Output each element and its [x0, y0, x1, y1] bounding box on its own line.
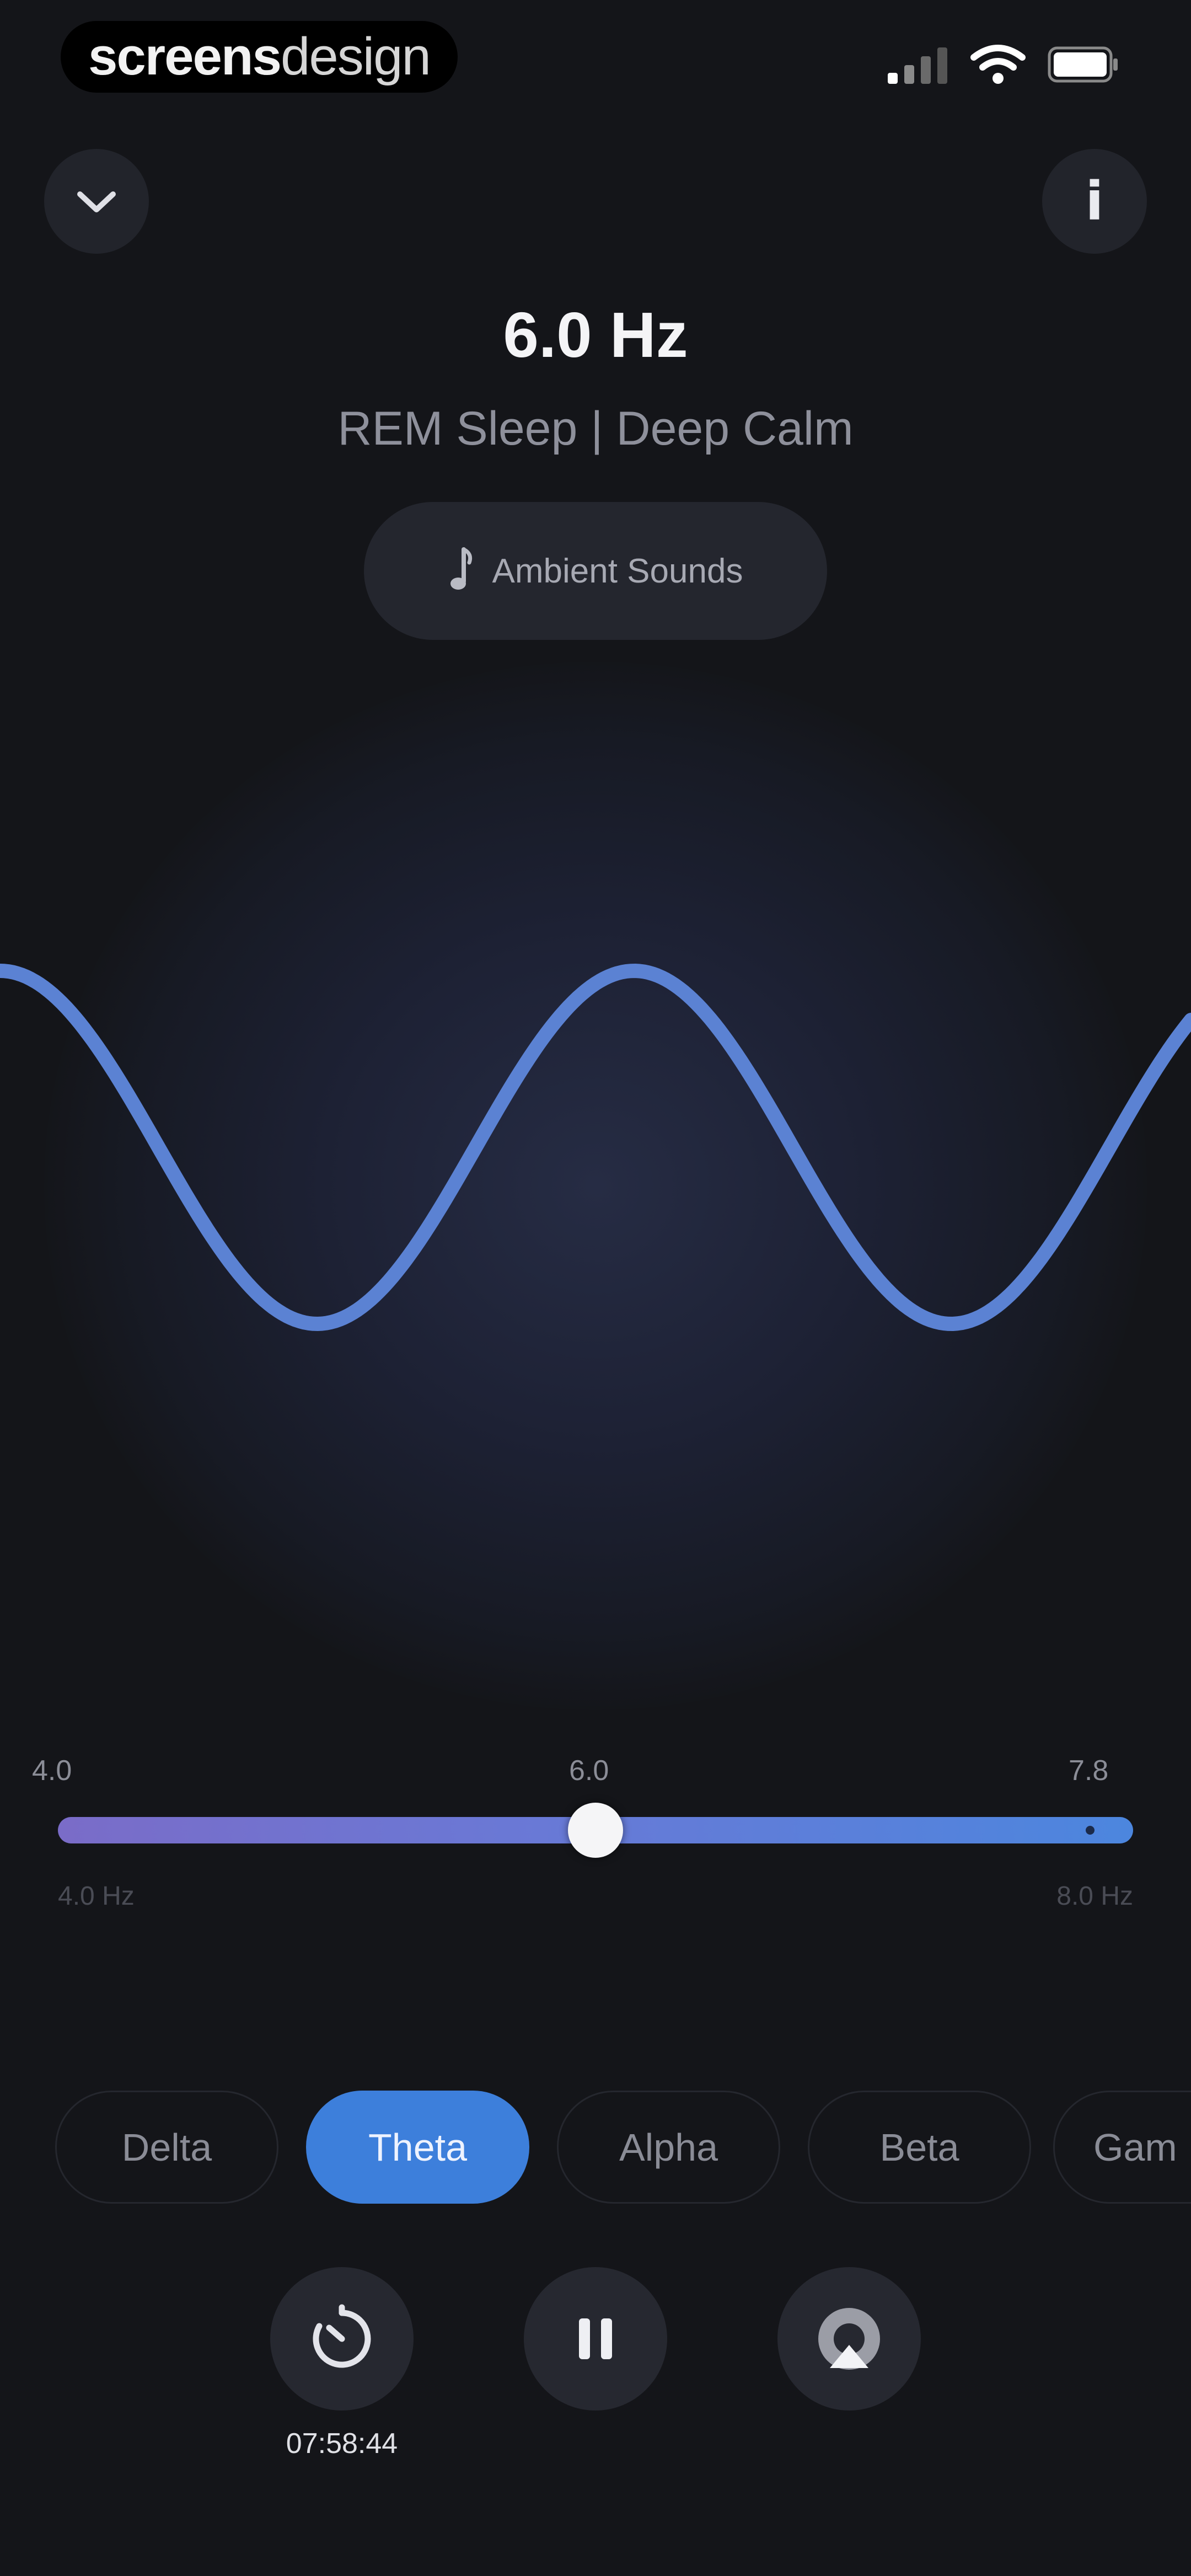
status-icons — [888, 44, 1119, 85]
range-max-label: 8.0 Hz — [1056, 1882, 1133, 1911]
pause-button[interactable] — [524, 2267, 667, 2411]
band-delta[interactable]: Delta — [55, 2091, 278, 2204]
battery-icon — [1048, 46, 1118, 83]
band-label: Alpha — [619, 2125, 718, 2169]
chevron-down-icon — [77, 191, 116, 212]
slider-end-marker — [1086, 1826, 1095, 1835]
slider-max-tick: 7.8 — [1069, 1755, 1109, 1787]
state-description: REM Sleep | Deep Calm — [337, 402, 854, 455]
airplay-button[interactable] — [777, 2267, 921, 2411]
wifi-icon — [970, 45, 1026, 84]
watermark-bold: screens — [88, 27, 282, 86]
slider-min-tick: 4.0 — [32, 1755, 72, 1787]
ambient-sounds-button[interactable]: Ambient Sounds — [364, 502, 827, 640]
info-icon: i — [1085, 170, 1104, 232]
band-theta[interactable]: Theta — [306, 2091, 529, 2204]
band-beta[interactable]: Beta — [808, 2091, 1031, 2204]
collapse-button[interactable] — [44, 149, 149, 254]
player-screen: screens design i 6.0 Hz REM Sleep | Deep … — [0, 0, 1191, 2576]
band-label: Delta — [121, 2125, 212, 2169]
slider-current-tick: 6.0 — [569, 1755, 609, 1787]
music-note-icon — [450, 547, 472, 590]
timer-readout: 07:58:44 — [286, 2428, 398, 2460]
ambient-sounds-label: Ambient Sounds — [492, 552, 743, 590]
band-alpha[interactable]: Alpha — [557, 2091, 780, 2204]
watermark-logo: screens design — [61, 21, 458, 93]
sine-wave-line — [0, 964, 1191, 1331]
watermark-light: design — [280, 27, 431, 86]
airplay-icon — [818, 2308, 880, 2370]
frequency-value: 6.0 Hz — [503, 299, 688, 371]
range-min-label: 4.0 Hz — [58, 1882, 135, 1911]
frequency-slider-thumb[interactable] — [568, 1803, 623, 1858]
band-label: Theta — [368, 2125, 467, 2169]
pause-icon — [579, 2318, 612, 2359]
timer-button[interactable] — [270, 2267, 414, 2411]
info-button[interactable]: i — [1042, 149, 1147, 254]
band-label: Gam — [1093, 2125, 1177, 2169]
cellular-signal-icon — [888, 47, 947, 84]
band-gamma[interactable]: Gam — [1053, 2091, 1191, 2204]
sine-wave-visual — [0, 964, 1191, 1331]
band-label: Beta — [879, 2125, 959, 2169]
timer-icon — [313, 2304, 371, 2368]
